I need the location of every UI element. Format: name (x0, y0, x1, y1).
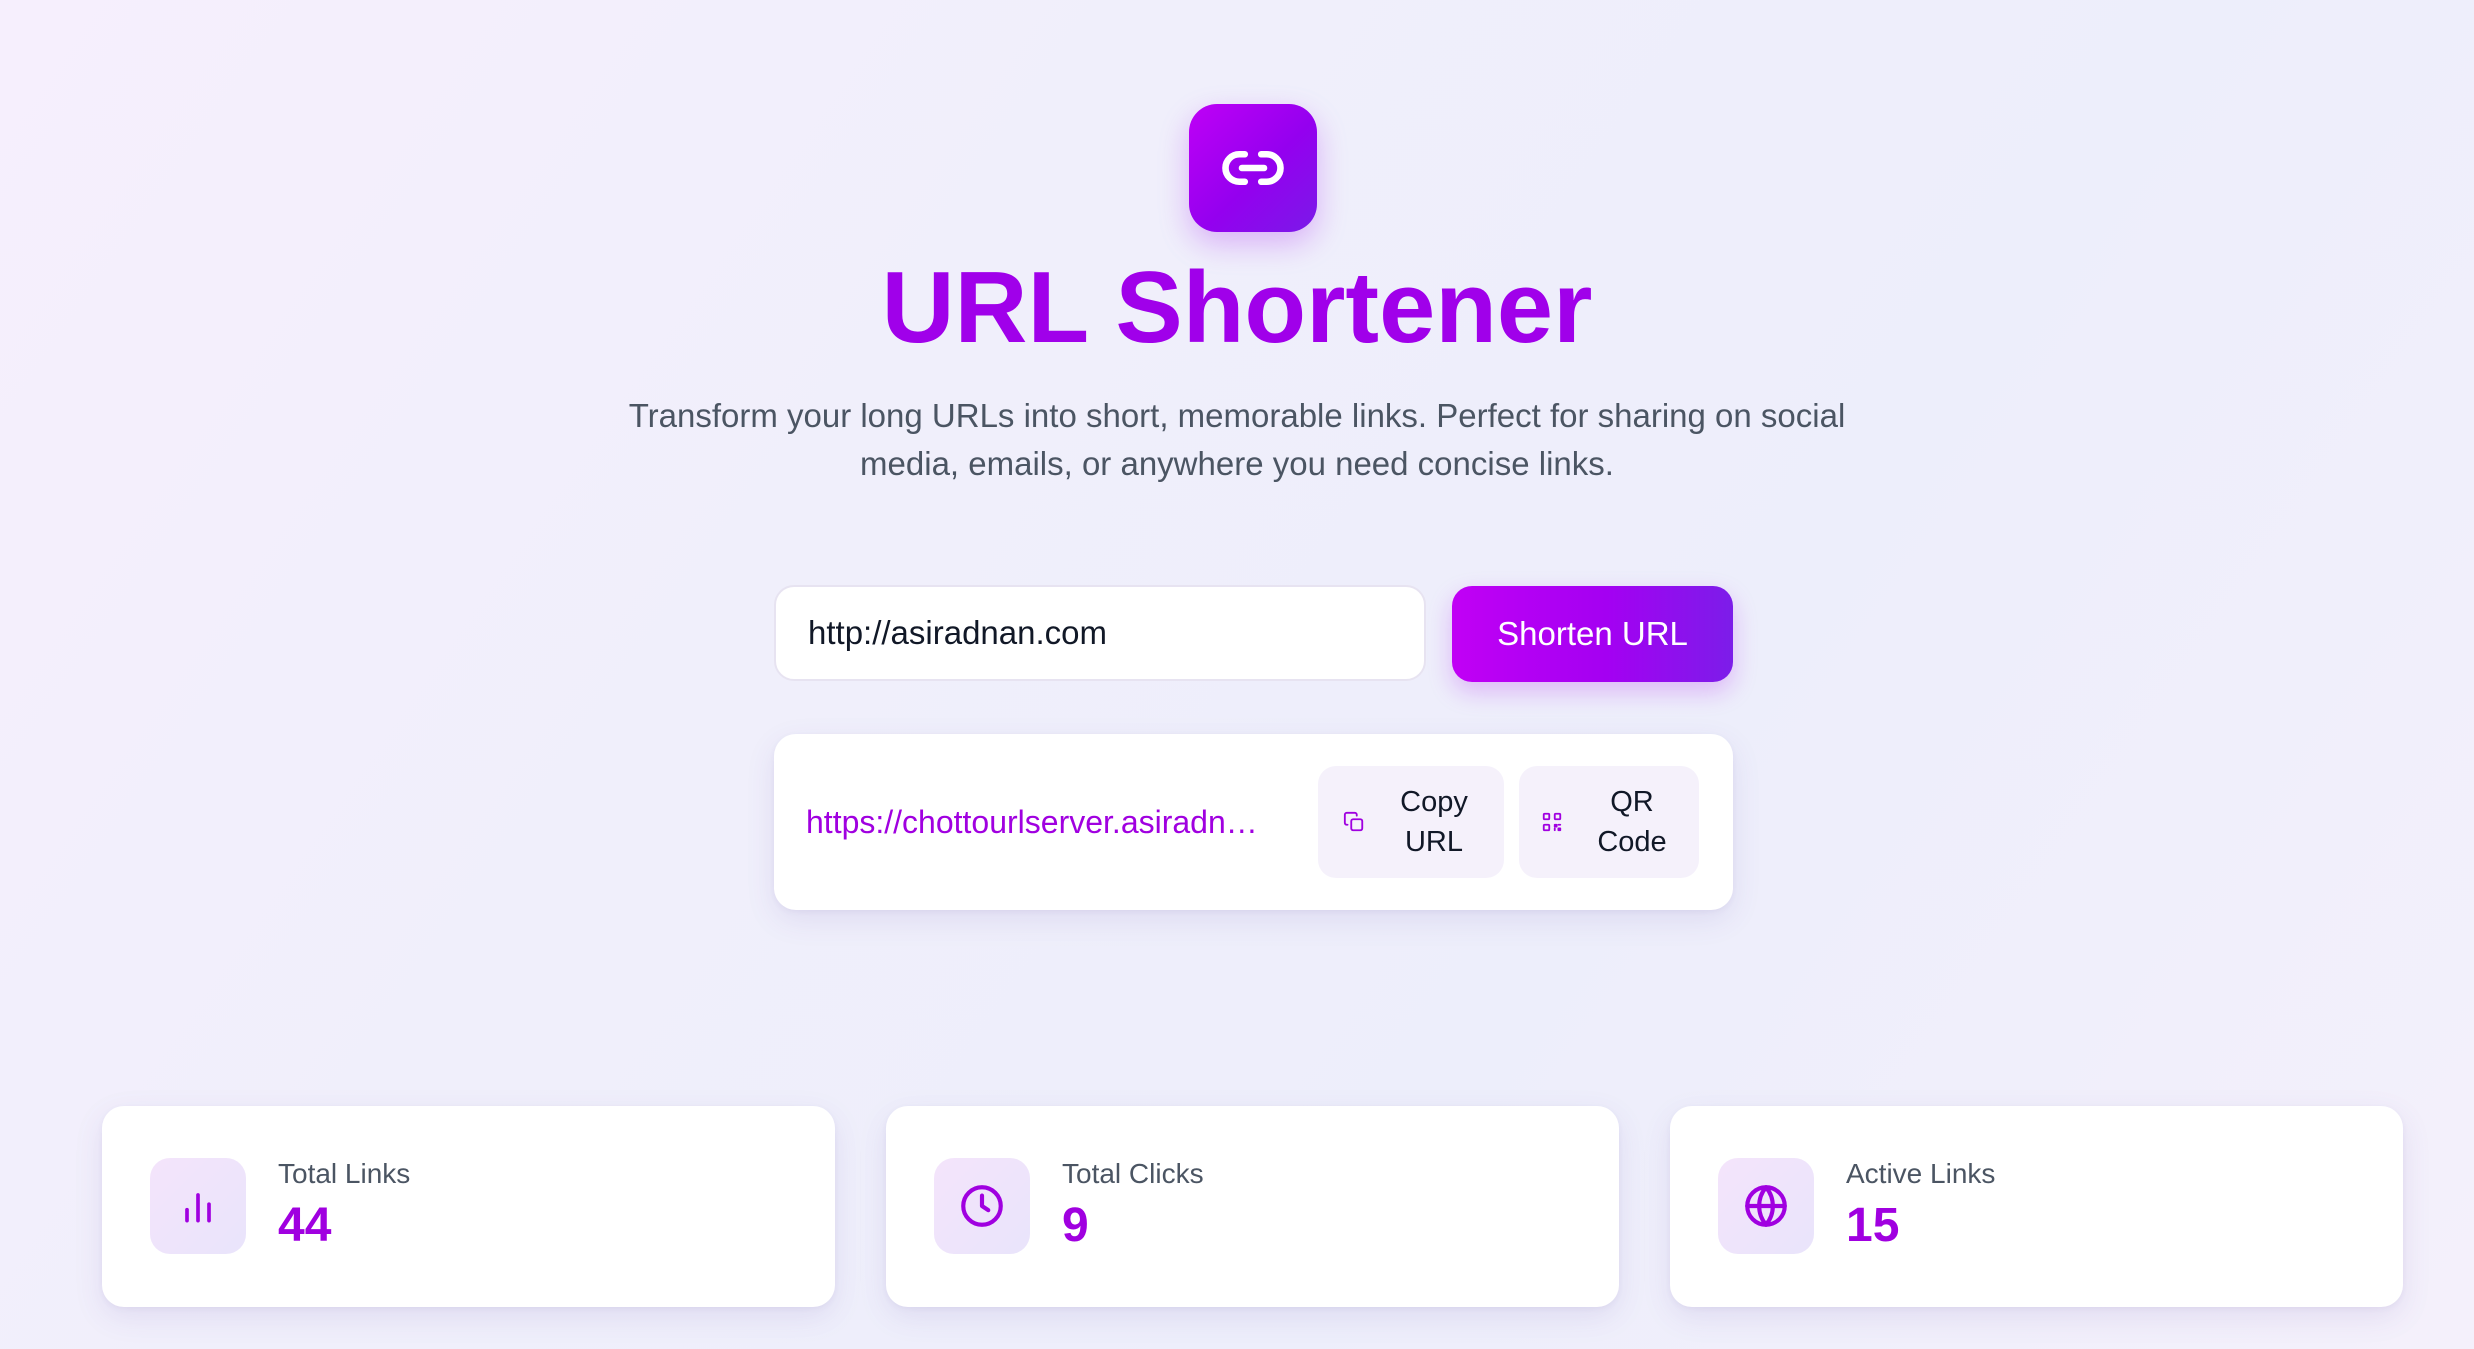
copy-url-label-line2: URL (1404, 826, 1463, 858)
page-subtitle: Transform your long URLs into short, mem… (628, 397, 1846, 482)
copy-url-label-line1: Copy (1400, 786, 1468, 818)
copy-icon (1343, 811, 1364, 832)
bar-chart-icon (185, 1193, 211, 1223)
globe-icon (1745, 1185, 1787, 1227)
stat-label: Total Links (278, 1158, 411, 1189)
copy-url-label: Copy URL (1389, 782, 1479, 862)
stat-card-total-links: Total Links 44 (102, 1106, 835, 1307)
short-url-link[interactable]: https://chottourlserver.asiradnan.com/ (806, 800, 1268, 844)
link-icon (1222, 150, 1284, 186)
stat-value: 9 (1062, 1199, 1089, 1252)
qr-code-button[interactable]: QR Code (1519, 766, 1699, 878)
stat-label: Active Links (1846, 1158, 1996, 1189)
shorten-url-button[interactable]: Shorten URL (1452, 586, 1733, 682)
app-logo (1189, 104, 1317, 232)
qr-code-label-line2: Code (1597, 826, 1667, 858)
result-card: https://chottourlserver.asiradnan.com/ C… (774, 734, 1733, 910)
stat-value: 15 (1846, 1199, 1900, 1252)
qr-code-label: QR Code (1587, 782, 1677, 862)
stat-value: 44 (278, 1199, 332, 1252)
clock-icon (961, 1185, 1003, 1227)
stat-card-active-links: Active Links 15 (1670, 1106, 2403, 1307)
copy-url-button[interactable]: Copy URL (1318, 766, 1504, 878)
stat-label: Total Clicks (1062, 1158, 1204, 1189)
stat-icon-box (150, 1158, 246, 1254)
qr-code-icon (1542, 812, 1562, 832)
url-input[interactable] (774, 585, 1426, 681)
page-title: URL Shortener (881, 252, 1593, 364)
qr-code-label-line1: QR (1610, 786, 1654, 818)
stat-card-total-clicks: Total Clicks 9 (886, 1106, 1619, 1307)
stat-icon-box (1718, 1158, 1814, 1254)
stat-icon-box (934, 1158, 1030, 1254)
